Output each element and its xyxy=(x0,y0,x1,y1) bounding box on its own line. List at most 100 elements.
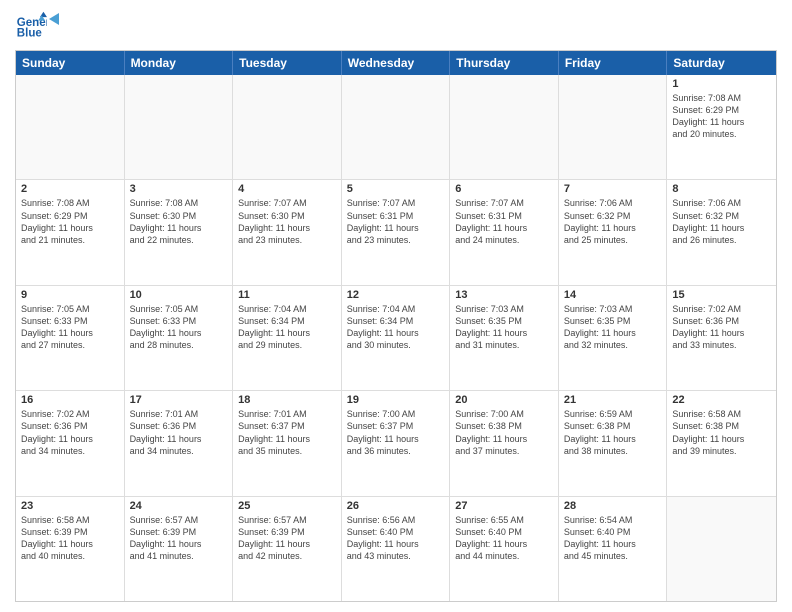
day-info: Sunrise: 7:04 AM Sunset: 6:34 PM Dayligh… xyxy=(238,303,336,352)
day-info: Sunrise: 7:03 AM Sunset: 6:35 PM Dayligh… xyxy=(455,303,553,352)
day-header-sunday: Sunday xyxy=(16,51,125,75)
day-number: 3 xyxy=(130,183,228,195)
calendar-cell: 26 Sunrise: 6:56 AM Sunset: 6:40 PM Dayli… xyxy=(342,497,451,601)
calendar-cell: 16 Sunrise: 7:02 AM Sunset: 6:36 PM Dayli… xyxy=(16,391,125,495)
day-info: Sunrise: 7:01 AM Sunset: 6:37 PM Dayligh… xyxy=(238,408,336,457)
day-number: 15 xyxy=(672,289,771,301)
calendar-week-5: 23 Sunrise: 6:58 AM Sunset: 6:39 PM Dayli… xyxy=(16,497,776,601)
day-info: Sunrise: 6:59 AM Sunset: 6:38 PM Dayligh… xyxy=(564,408,662,457)
logo: General Blue xyxy=(15,10,61,42)
day-info: Sunrise: 7:02 AM Sunset: 6:36 PM Dayligh… xyxy=(21,408,119,457)
calendar-cell xyxy=(667,497,776,601)
day-info: Sunrise: 6:58 AM Sunset: 6:38 PM Dayligh… xyxy=(672,408,771,457)
day-number: 11 xyxy=(238,289,336,301)
day-number: 7 xyxy=(564,183,662,195)
calendar-cell xyxy=(559,75,668,179)
day-number: 10 xyxy=(130,289,228,301)
day-info: Sunrise: 7:00 AM Sunset: 6:38 PM Dayligh… xyxy=(455,408,553,457)
day-info: Sunrise: 6:56 AM Sunset: 6:40 PM Dayligh… xyxy=(347,514,445,563)
calendar-cell: 21 Sunrise: 6:59 AM Sunset: 6:38 PM Dayli… xyxy=(559,391,668,495)
day-number: 22 xyxy=(672,394,771,406)
calendar-cell: 28 Sunrise: 6:54 AM Sunset: 6:40 PM Dayli… xyxy=(559,497,668,601)
day-number: 19 xyxy=(347,394,445,406)
day-number: 13 xyxy=(455,289,553,301)
logo-arrow-icon xyxy=(41,9,61,29)
calendar-cell xyxy=(233,75,342,179)
calendar-cell xyxy=(16,75,125,179)
day-info: Sunrise: 7:07 AM Sunset: 6:31 PM Dayligh… xyxy=(455,197,553,246)
day-info: Sunrise: 7:08 AM Sunset: 6:30 PM Dayligh… xyxy=(130,197,228,246)
calendar-cell: 12 Sunrise: 7:04 AM Sunset: 6:34 PM Dayli… xyxy=(342,286,451,390)
calendar-cell: 18 Sunrise: 7:01 AM Sunset: 6:37 PM Dayli… xyxy=(233,391,342,495)
day-info: Sunrise: 6:55 AM Sunset: 6:40 PM Dayligh… xyxy=(455,514,553,563)
calendar-cell: 22 Sunrise: 6:58 AM Sunset: 6:38 PM Dayli… xyxy=(667,391,776,495)
calendar-cell: 3 Sunrise: 7:08 AM Sunset: 6:30 PM Daylig… xyxy=(125,180,234,284)
day-number: 2 xyxy=(21,183,119,195)
day-number: 1 xyxy=(672,78,771,90)
calendar-cell: 11 Sunrise: 7:04 AM Sunset: 6:34 PM Dayli… xyxy=(233,286,342,390)
day-header-thursday: Thursday xyxy=(450,51,559,75)
calendar-cell: 15 Sunrise: 7:02 AM Sunset: 6:36 PM Dayli… xyxy=(667,286,776,390)
day-info: Sunrise: 6:58 AM Sunset: 6:39 PM Dayligh… xyxy=(21,514,119,563)
day-number: 5 xyxy=(347,183,445,195)
day-info: Sunrise: 7:02 AM Sunset: 6:36 PM Dayligh… xyxy=(672,303,771,352)
day-info: Sunrise: 7:00 AM Sunset: 6:37 PM Dayligh… xyxy=(347,408,445,457)
calendar-cell: 25 Sunrise: 6:57 AM Sunset: 6:39 PM Dayli… xyxy=(233,497,342,601)
calendar-cell: 9Sunrise: 7:05 AM Sunset: 6:33 PM Daylig… xyxy=(16,286,125,390)
calendar-cell: 27 Sunrise: 6:55 AM Sunset: 6:40 PM Dayli… xyxy=(450,497,559,601)
day-info: Sunrise: 6:57 AM Sunset: 6:39 PM Dayligh… xyxy=(238,514,336,563)
day-info: Sunrise: 6:54 AM Sunset: 6:40 PM Dayligh… xyxy=(564,514,662,563)
day-header-wednesday: Wednesday xyxy=(342,51,451,75)
day-info: Sunrise: 7:06 AM Sunset: 6:32 PM Dayligh… xyxy=(672,197,771,246)
calendar-week-2: 2 Sunrise: 7:08 AM Sunset: 6:29 PM Daylig… xyxy=(16,180,776,285)
calendar-cell: 23 Sunrise: 6:58 AM Sunset: 6:39 PM Dayli… xyxy=(16,497,125,601)
calendar-week-4: 16 Sunrise: 7:02 AM Sunset: 6:36 PM Dayli… xyxy=(16,391,776,496)
day-number: 26 xyxy=(347,500,445,512)
calendar-cell: 5 Sunrise: 7:07 AM Sunset: 6:31 PM Daylig… xyxy=(342,180,451,284)
header: General Blue xyxy=(15,10,777,42)
day-header-saturday: Saturday xyxy=(667,51,776,75)
day-info: Sunrise: 6:57 AM Sunset: 6:39 PM Dayligh… xyxy=(130,514,228,563)
day-number: 25 xyxy=(238,500,336,512)
day-info: Sunrise: 7:04 AM Sunset: 6:34 PM Dayligh… xyxy=(347,303,445,352)
day-header-friday: Friday xyxy=(559,51,668,75)
day-number: 24 xyxy=(130,500,228,512)
calendar-body: 1 Sunrise: 7:08 AM Sunset: 6:29 PM Daylig… xyxy=(16,75,776,601)
day-header-monday: Monday xyxy=(125,51,234,75)
calendar-cell: 20Sunrise: 7:00 AM Sunset: 6:38 PM Dayli… xyxy=(450,391,559,495)
calendar: SundayMondayTuesdayWednesdayThursdayFrid… xyxy=(15,50,777,602)
calendar-cell: 10 Sunrise: 7:05 AM Sunset: 6:33 PM Dayli… xyxy=(125,286,234,390)
calendar-cell: 14 Sunrise: 7:03 AM Sunset: 6:35 PM Dayli… xyxy=(559,286,668,390)
day-info: Sunrise: 7:07 AM Sunset: 6:30 PM Dayligh… xyxy=(238,197,336,246)
calendar-week-1: 1 Sunrise: 7:08 AM Sunset: 6:29 PM Daylig… xyxy=(16,75,776,180)
calendar-header: SundayMondayTuesdayWednesdayThursdayFrid… xyxy=(16,51,776,75)
day-number: 12 xyxy=(347,289,445,301)
day-info: Sunrise: 7:01 AM Sunset: 6:36 PM Dayligh… xyxy=(130,408,228,457)
calendar-cell xyxy=(342,75,451,179)
day-info: Sunrise: 7:05 AM Sunset: 6:33 PM Dayligh… xyxy=(21,303,119,352)
calendar-cell: 1 Sunrise: 7:08 AM Sunset: 6:29 PM Daylig… xyxy=(667,75,776,179)
day-number: 28 xyxy=(564,500,662,512)
calendar-cell xyxy=(450,75,559,179)
day-number: 14 xyxy=(564,289,662,301)
calendar-cell: 24 Sunrise: 6:57 AM Sunset: 6:39 PM Dayli… xyxy=(125,497,234,601)
calendar-cell: 6Sunrise: 7:07 AM Sunset: 6:31 PM Daylig… xyxy=(450,180,559,284)
day-info: Sunrise: 7:08 AM Sunset: 6:29 PM Dayligh… xyxy=(672,92,771,141)
day-number: 21 xyxy=(564,394,662,406)
day-number: 23 xyxy=(21,500,119,512)
day-info: Sunrise: 7:03 AM Sunset: 6:35 PM Dayligh… xyxy=(564,303,662,352)
svg-text:Blue: Blue xyxy=(17,28,43,40)
calendar-cell: 4Sunrise: 7:07 AM Sunset: 6:30 PM Daylig… xyxy=(233,180,342,284)
calendar-cell: 2 Sunrise: 7:08 AM Sunset: 6:29 PM Daylig… xyxy=(16,180,125,284)
day-number: 16 xyxy=(21,394,119,406)
day-number: 27 xyxy=(455,500,553,512)
day-info: Sunrise: 7:08 AM Sunset: 6:29 PM Dayligh… xyxy=(21,197,119,246)
day-number: 17 xyxy=(130,394,228,406)
calendar-cell: 8Sunrise: 7:06 AM Sunset: 6:32 PM Daylig… xyxy=(667,180,776,284)
calendar-cell: 13 Sunrise: 7:03 AM Sunset: 6:35 PM Dayli… xyxy=(450,286,559,390)
day-number: 18 xyxy=(238,394,336,406)
page: General Blue SundayMondayTuesdayWednesda… xyxy=(0,0,792,612)
day-info: Sunrise: 7:05 AM Sunset: 6:33 PM Dayligh… xyxy=(130,303,228,352)
day-info: Sunrise: 7:07 AM Sunset: 6:31 PM Dayligh… xyxy=(347,197,445,246)
calendar-cell: 19 Sunrise: 7:00 AM Sunset: 6:37 PM Dayli… xyxy=(342,391,451,495)
